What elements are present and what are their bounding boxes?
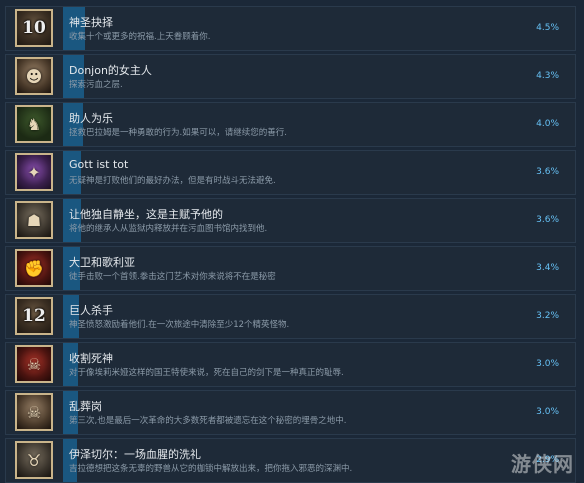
unlock-percent: 3.0% (536, 407, 559, 417)
achievement-description: 将他的继承人从监狱内释放并在污血图书馆内找到他. (69, 224, 268, 234)
icon-glyph: ♞ (26, 114, 42, 134)
achievement-title: 神圣抉择 (69, 16, 113, 29)
unlock-percent: 3.6% (536, 167, 559, 177)
purple-demon-icon: ✦ (15, 153, 53, 191)
achievement-title: Gott ist tot (69, 158, 129, 171)
achievement-row[interactable]: 12 巨人杀手神圣愤怒激励着他们.在一次旅途中清除至少12个精英怪物. 3.2% (5, 294, 576, 339)
icon-glyph: ♉ (26, 450, 42, 470)
achievement-description: 探索污血之层. (69, 80, 123, 90)
achievement-title: 大卫和歌利亚 (69, 256, 135, 269)
skull-pile-icon: ☠ (15, 393, 53, 431)
achievement-description: 徒手击败一个首领.拳击这门艺术对你来说将不在是秘密 (69, 272, 276, 282)
icon-glyph: ☗ (26, 210, 42, 230)
achievement-row[interactable]: ☠ 收割死神对于像埃莉米娅这样的国王特使来说，死在自己的剑下是一种真正的耻辱. 3.… (5, 342, 576, 387)
achievement-description: 吉拉德想把这条无辜的野兽从它的枷锁中解放出来，把你拖入邪恶的深渊中. (69, 464, 353, 474)
achievement-title: 伊泽切尔：一场血腥的洗礼 (69, 448, 201, 461)
achievement-title: 助人为乐 (69, 112, 113, 125)
icon-glyph: ☠ (26, 402, 42, 422)
unlock-percent: 3.2% (536, 311, 559, 321)
icon-glyph: ☻ (25, 66, 43, 86)
number-12-icon: 12 (15, 297, 53, 335)
achievement-row[interactable]: ♞ 助人为乐拯救巴拉姆是一种勇敢的行为.如果可以，请继续您的善行. 4.0% (5, 102, 576, 147)
achievement-description: 神圣愤怒激励着他们.在一次旅途中清除至少12个精英怪物. (69, 320, 290, 330)
icon-glyph: ✦ (27, 162, 41, 182)
reaper-icon: ☠ (15, 345, 53, 383)
unlock-percent: 3.4% (536, 263, 559, 273)
achievement-row[interactable]: ✊ 大卫和歌利亚徒手击败一个首领.拳击这门艺术对你来说将不在是秘密 3.4% (5, 246, 576, 291)
achievement-title: Donjon的女主人 (69, 64, 152, 77)
achievement-description: 第三次,也是最后一次革命的大多数死者都被遗忘在这个秘密的埋骨之地中. (69, 416, 347, 426)
unlock-percent: 4.5% (536, 23, 559, 33)
achievement-title: 收割死神 (69, 352, 113, 365)
mistress-portrait-icon: ☻ (15, 57, 53, 95)
achievement-description: 拯救巴拉姆是一种勇敢的行为.如果可以，请继续您的善行. (69, 128, 287, 138)
achievement-title: 乱葬岗 (69, 400, 102, 413)
achievement-description: 对于像埃莉米娅这样的国王特使来说，死在自己的剑下是一种真正的耻辱. (69, 368, 344, 378)
achievement-description: 收集十个或更多的祝福.上天眷顾着你. (69, 32, 211, 42)
achievement-row[interactable]: ☗ 让他独自静坐，这是主赋予他的将他的继承人从监狱内释放并在污血图书馆内找到他. 3… (5, 198, 576, 243)
unlock-percent: 4.0% (536, 119, 559, 129)
icon-glyph: ✊ (24, 258, 44, 278)
achievement-row[interactable]: ♉ 伊泽切尔：一场血腥的洗礼吉拉德想把这条无辜的野兽从它的枷锁中解放出来，把你拖入… (5, 438, 576, 483)
unlock-percent: 3.6% (536, 215, 559, 225)
achievement-row[interactable]: 10 神圣抉择收集十个或更多的祝福.上天眷顾着你. 4.5% (5, 6, 576, 51)
achievement-description: 无疑神是打败他们的最好办法，但是有时战斗无法避免. (69, 176, 276, 186)
beast-icon: ♉ (15, 441, 53, 479)
unlock-percent: 3.0% (536, 359, 559, 369)
number-10-icon: 10 (15, 9, 53, 47)
achievement-title: 巨人杀手 (69, 304, 113, 317)
prisoner-icon: ☗ (15, 201, 53, 239)
fist-icon: ✊ (15, 249, 53, 287)
hooded-figure-icon: ♞ (15, 105, 53, 143)
icon-glyph: 12 (22, 306, 46, 326)
icon-glyph: ☠ (26, 354, 42, 374)
unlock-percent: 4.3% (536, 71, 559, 81)
achievement-row[interactable]: ☻ Donjon的女主人 探索污血之层. 4.3% (5, 54, 576, 99)
achievement-row[interactable]: ✦ Gott ist tot 无疑神是打败他们的最好办法，但是有时战斗无法避免. 3.… (5, 150, 576, 195)
achievement-row[interactable]: ☠ 乱葬岗第三次,也是最后一次革命的大多数死者都被遗忘在这个秘密的埋骨之地中. 3.… (5, 390, 576, 435)
icon-glyph: 10 (22, 18, 46, 38)
watermark-logo: 游侠网 (511, 452, 574, 476)
achievement-title: 让他独自静坐，这是主赋予他的 (69, 208, 223, 221)
